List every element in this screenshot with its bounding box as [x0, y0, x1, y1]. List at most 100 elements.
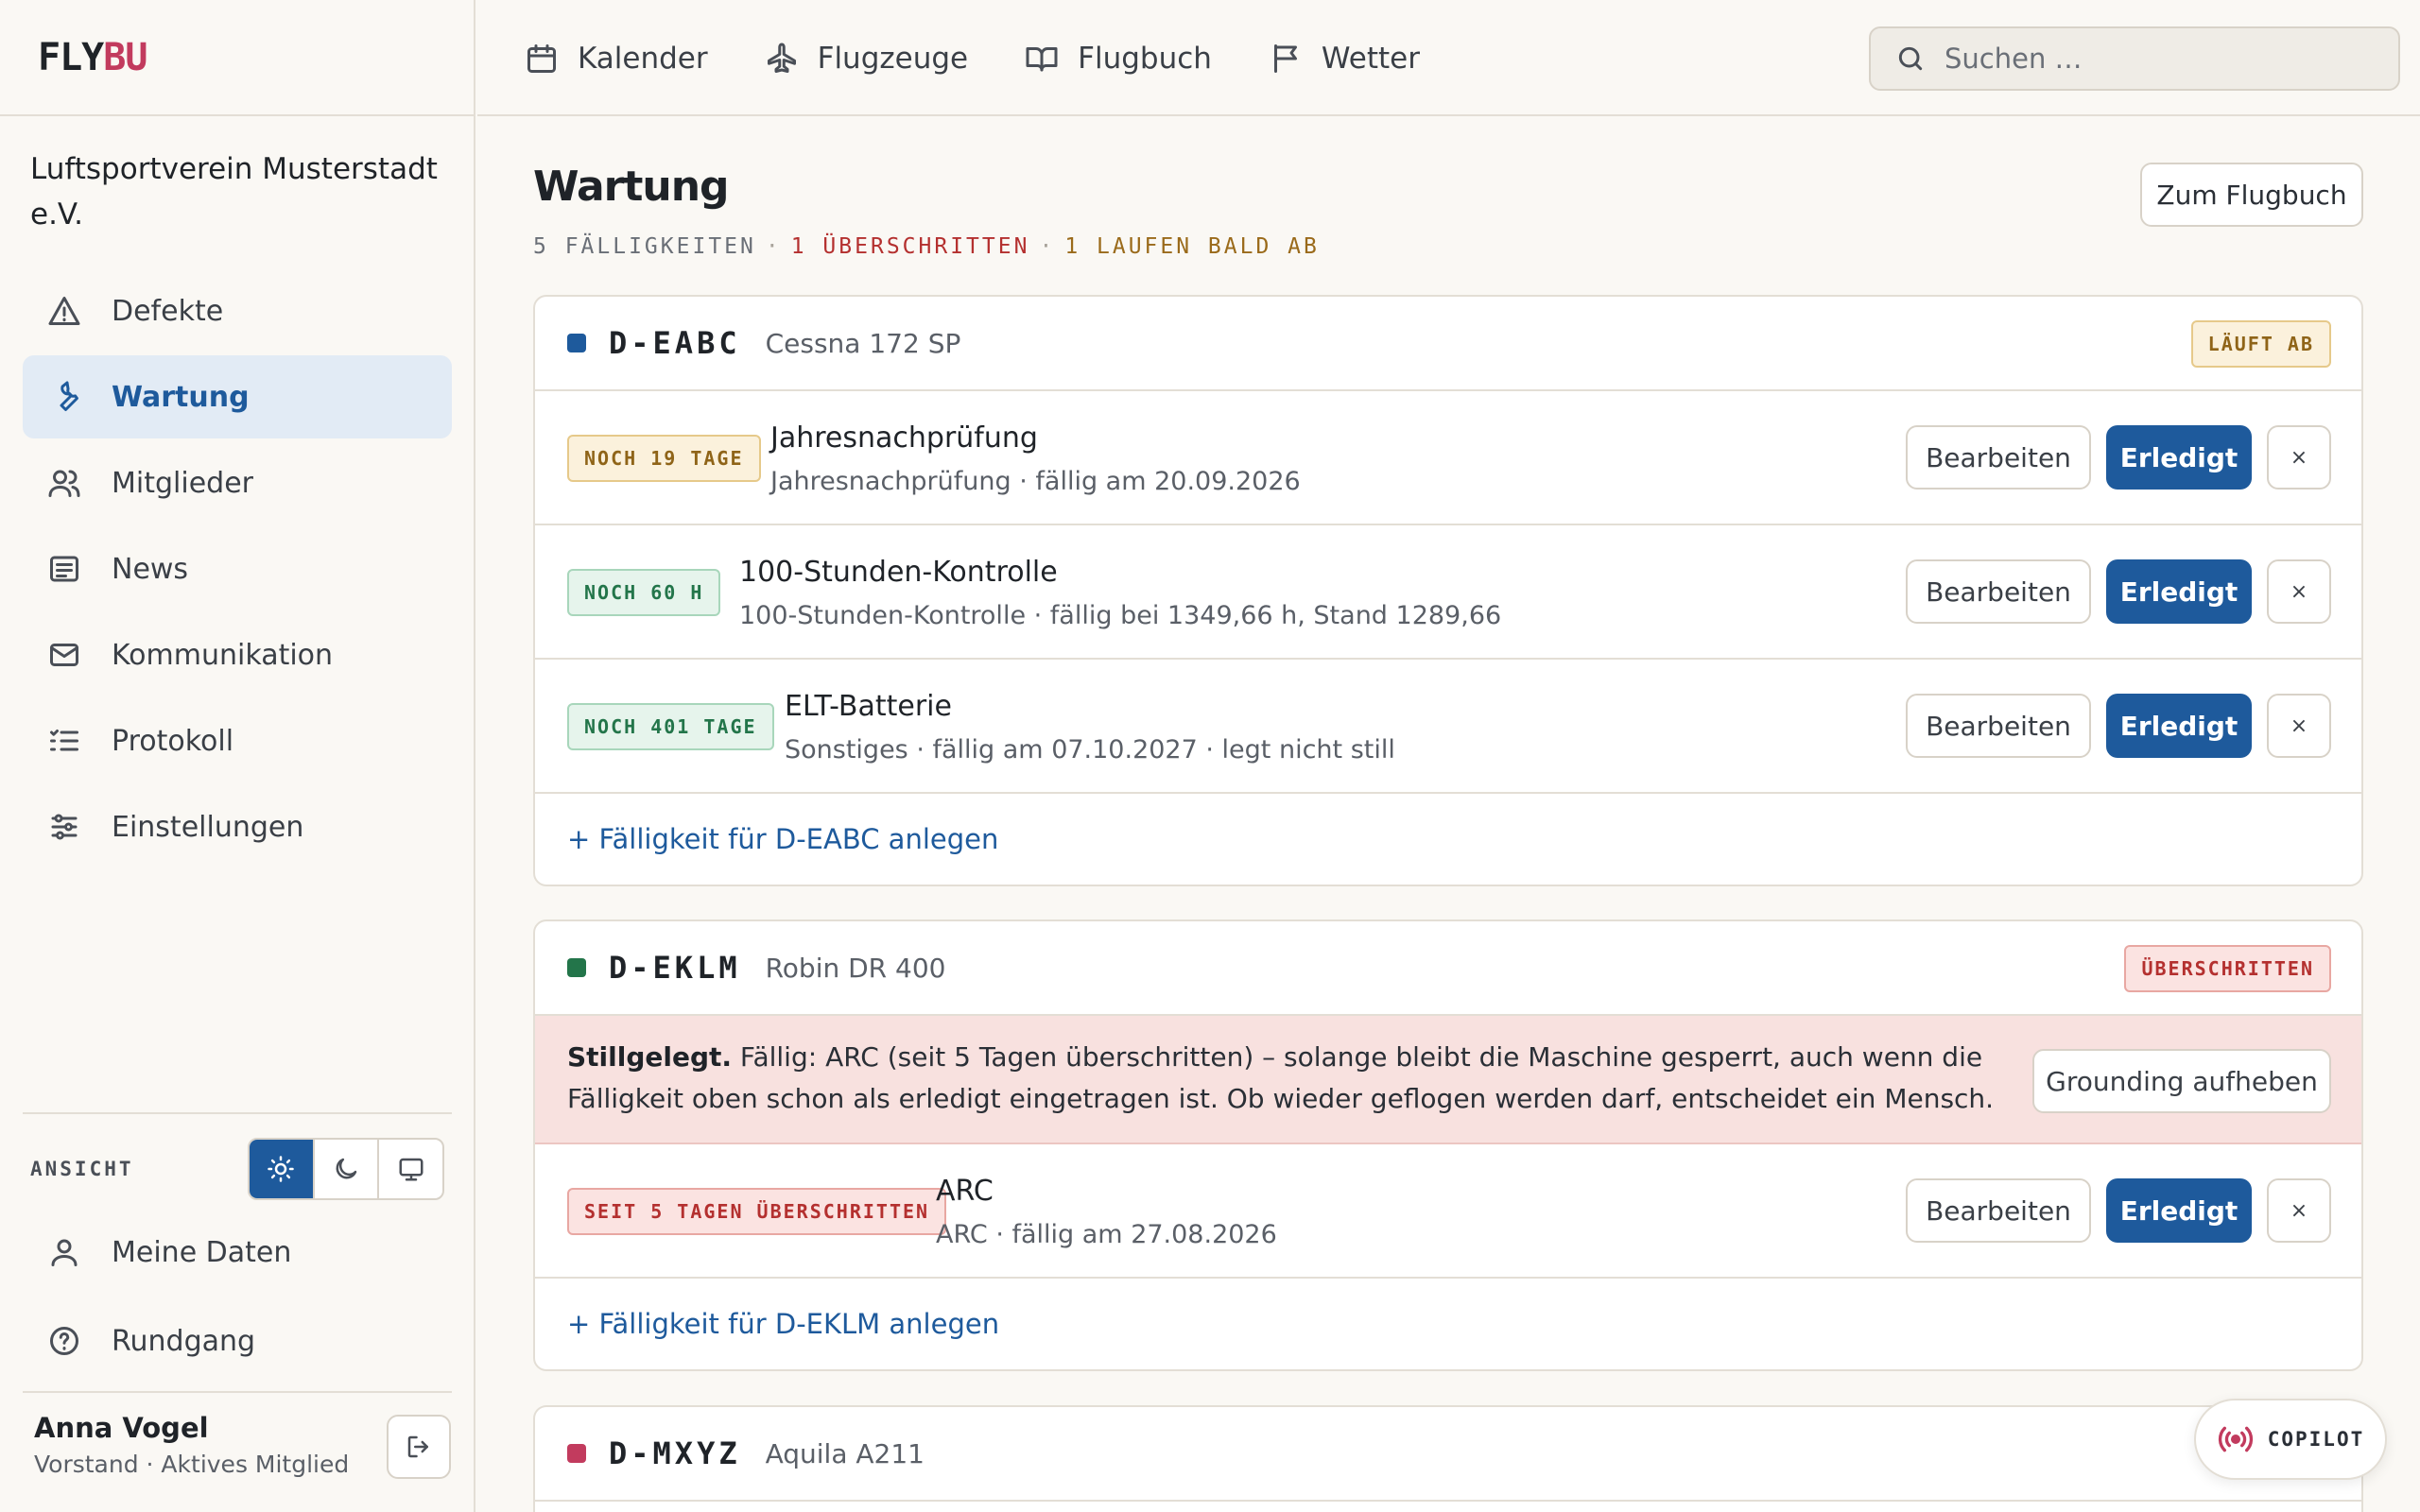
due-badge: SEIT 5 TAGEN ÜBERSCHRITTEN: [567, 1188, 947, 1235]
help-icon: [50, 1327, 78, 1355]
book-icon: [1026, 46, 1058, 71]
dark-theme-button[interactable]: [315, 1140, 380, 1198]
mail-icon: [47, 638, 81, 672]
logo[interactable]: FLYBU: [38, 36, 147, 79]
users-icon: [47, 466, 81, 500]
warning-icon: [47, 294, 81, 328]
aircraft-model: Robin DR 400: [765, 952, 946, 984]
aircraft-header: D-EKLM Robin DR 400 ÜBERSCHRITTEN: [535, 921, 2361, 1016]
topnav-label: Flugzeuge: [817, 41, 969, 76]
plane-icon: [767, 43, 796, 73]
list-icon: [47, 724, 81, 758]
row-actions: Bearbeiten Erledigt ×: [1891, 1178, 2331, 1243]
maintenance-row: NOCH 401 TAGE ELT-Batterie Sonstiges · f…: [535, 660, 2361, 794]
meine-daten-link[interactable]: Meine Daten: [23, 1214, 452, 1290]
item-subtitle: ARC · fällig am 27.08.2026: [936, 1220, 1277, 1249]
lift-grounding-button[interactable]: Grounding aufheben: [2032, 1049, 2331, 1113]
aircraft-card-d-eklm: D-EKLM Robin DR 400 ÜBERSCHRITTEN Stillg…: [533, 919, 2363, 1371]
maintenance-row: NOCH 19 TAGE Jahresnachprüfung Jahresnac…: [535, 391, 2361, 525]
add-due-link[interactable]: + Fälligkeit für D-EKLM anlegen: [535, 1279, 2361, 1369]
wrench-icon: [47, 380, 81, 414]
copilot-label: COPILOT: [2267, 1428, 2365, 1451]
calendar-icon: [527, 43, 556, 73]
sidebar-item-defekte[interactable]: Defekte: [23, 269, 452, 352]
aircraft-color-square: [567, 1444, 586, 1463]
aircraft-color-square: [567, 334, 586, 352]
broadcast-icon: [2218, 1426, 2253, 1452]
status-badge: ÜBERSCHRITTEN: [2124, 945, 2331, 992]
meine-daten-label: Meine Daten: [112, 1235, 292, 1269]
summary-soon: 1 LAUFEN BALD AB: [1064, 234, 1320, 259]
search-icon: [1898, 46, 1923, 71]
edit-button[interactable]: Bearbeiten: [1906, 694, 2091, 758]
sidebar-item-label: Wartung: [112, 380, 250, 414]
user-icon: [51, 1239, 78, 1266]
remove-button[interactable]: ×: [2267, 694, 2331, 758]
done-button[interactable]: Erledigt: [2106, 694, 2252, 758]
rundgang-label: Rundgang: [112, 1324, 256, 1358]
sidebar-item-protokoll[interactable]: Protokoll: [23, 699, 452, 782]
sidebar: FLYBU Luftsportverein Musterstadt e.V. D…: [0, 0, 475, 1512]
org-name: Luftsportverein Musterstadt e.V.: [30, 152, 438, 232]
topnav-flugbuch[interactable]: Flugbuch: [1025, 42, 1212, 76]
grounded-text: Stillgelegt. Fällig: ARC (seit 5 Tagen ü…: [567, 1037, 2051, 1120]
topbar: Kalender Flugzeuge Flugbuch Wetter: [477, 0, 2420, 116]
edit-button[interactable]: Bearbeiten: [1906, 559, 2091, 624]
aircraft-model: Cessna 172 SP: [765, 327, 961, 359]
row-actions: Bearbeiten Erledigt ×: [1891, 425, 2331, 490]
view-label: ANSICHT: [30, 1158, 134, 1180]
sidebar-item-einstellungen[interactable]: Einstellungen: [23, 785, 452, 868]
item-title: 100-Stunden-Kontrolle: [739, 556, 1058, 589]
summary-overdue: 1 ÜBERSCHRITTEN: [790, 234, 1030, 259]
topnav-label: Wetter: [1321, 41, 1420, 76]
user-name: Anna Vogel: [34, 1412, 209, 1444]
item-subtitle: Sonstiges · fällig am 07.10.2027 · legt …: [785, 735, 1395, 765]
sidebar-item-mitglieder[interactable]: Mitglieder: [23, 441, 452, 524]
rundgang-link[interactable]: Rundgang: [23, 1303, 452, 1379]
sidebar-item-label: Kommunikation: [112, 638, 334, 672]
flag-icon: [1273, 43, 1297, 73]
done-button[interactable]: Erledigt: [2106, 1178, 2252, 1243]
light-theme-button[interactable]: [250, 1140, 315, 1198]
copilot-button[interactable]: COPILOT: [2194, 1399, 2387, 1480]
done-button[interactable]: Erledigt: [2106, 425, 2252, 490]
sidebar-item-news[interactable]: News: [23, 527, 452, 610]
user-role: Vorstand · Aktives Mitglied: [34, 1451, 350, 1478]
add-due-link[interactable]: + Fälligkeit für D-EABC anlegen: [535, 794, 2361, 885]
item-subtitle: 100-Stunden-Kontrolle · fällig bei 1349,…: [739, 601, 1502, 630]
logout-button[interactable]: [387, 1415, 451, 1479]
theme-switch: [248, 1138, 444, 1200]
topnav-flugzeuge[interactable]: Flugzeuge: [765, 41, 969, 76]
grounded-notice: Stillgelegt. Fällig: ARC (seit 5 Tagen ü…: [535, 1016, 2361, 1144]
zum-flugbuch-button[interactable]: Zum Flugbuch: [2140, 163, 2363, 227]
sun-icon: [268, 1156, 295, 1182]
topnav-wetter[interactable]: Wetter: [1269, 42, 1420, 76]
remove-button[interactable]: ×: [2267, 1178, 2331, 1243]
aircraft-registration: D-MXYZ: [609, 1435, 741, 1471]
news-icon: [47, 552, 81, 586]
sidebar-divider: [23, 1112, 452, 1114]
monitor-icon: [399, 1158, 424, 1181]
sidebar-nav: Defekte Wartung Mitglieder News Kommunik…: [23, 269, 452, 871]
logo-bar: FLYBU: [0, 0, 474, 116]
sidebar-item-kommunikation[interactable]: Kommunikation: [23, 613, 452, 696]
system-theme-button[interactable]: [379, 1140, 442, 1198]
sidebar-item-label: Mitglieder: [112, 466, 253, 500]
sidebar-item-label: News: [112, 552, 189, 586]
search-input[interactable]: [1945, 43, 2370, 75]
edit-button[interactable]: Bearbeiten: [1906, 1178, 2091, 1243]
remove-button[interactable]: ×: [2267, 425, 2331, 490]
edit-button[interactable]: Bearbeiten: [1906, 425, 2091, 490]
row-actions: Bearbeiten Erledigt ×: [1891, 559, 2331, 624]
done-button[interactable]: Erledigt: [2106, 559, 2252, 624]
sliders-icon: [47, 810, 81, 844]
remove-button[interactable]: ×: [2267, 559, 2331, 624]
sidebar-item-wartung[interactable]: Wartung: [23, 355, 452, 438]
grounded-message: Fällig: ARC (seit 5 Tagen überschritten)…: [567, 1041, 1995, 1114]
summary-count: 5 FÄLLIGKEITEN: [533, 234, 756, 259]
aircraft-model: Aquila A211: [765, 1437, 925, 1469]
maintenance-summary: 5 FÄLLIGKEITEN · 1 ÜBERSCHRITTEN · 1 LAUFEN …: [533, 234, 1320, 259]
sidebar-divider-bottom: [23, 1391, 452, 1393]
aircraft-header: D-MXYZ Aquila A211: [535, 1407, 2361, 1502]
topnav-kalender[interactable]: Kalender: [525, 42, 708, 76]
